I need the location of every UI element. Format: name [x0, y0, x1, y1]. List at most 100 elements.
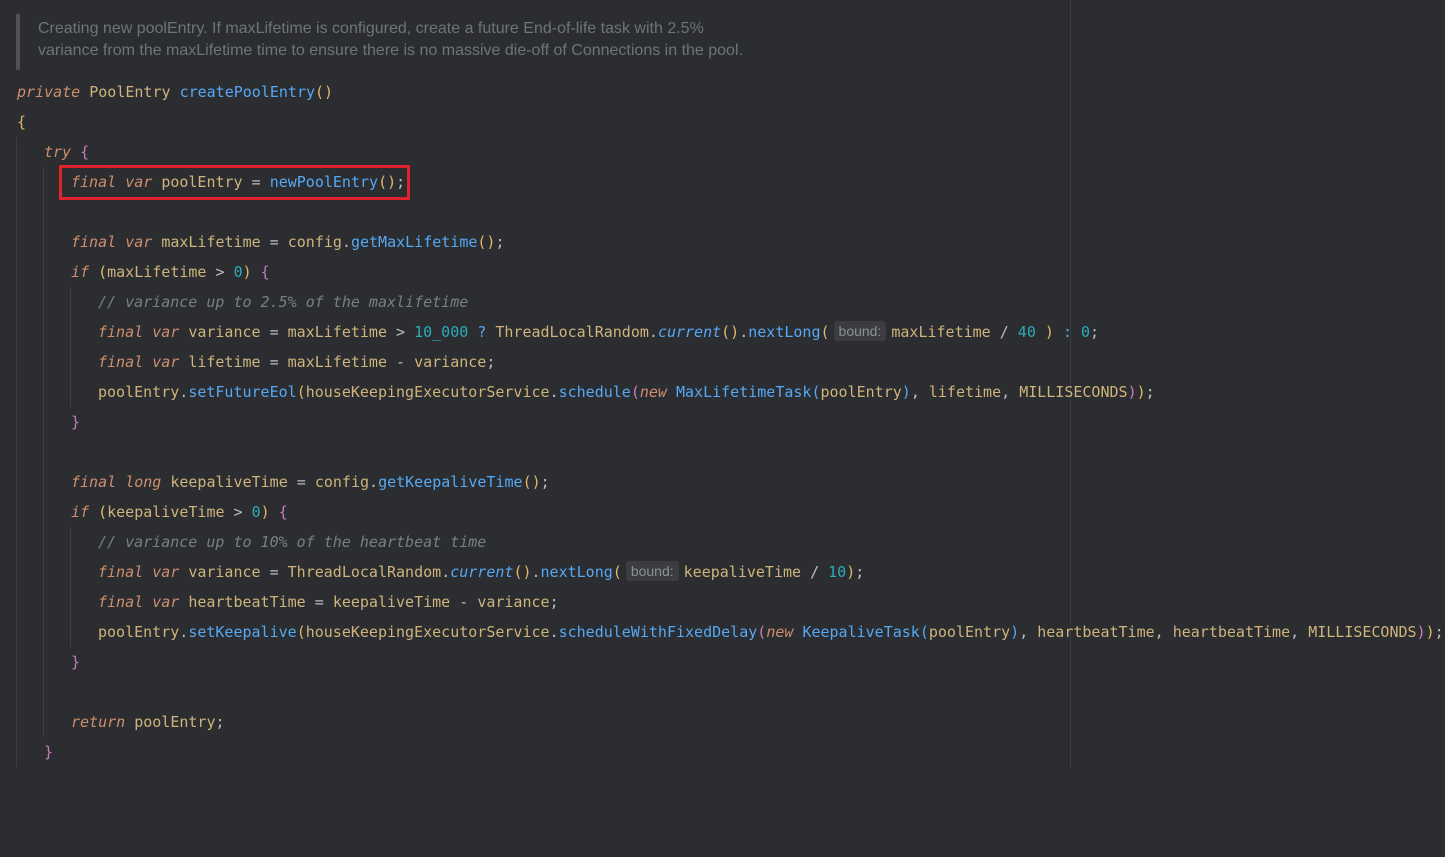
keyword: final	[71, 233, 117, 251]
keyword: new	[766, 623, 794, 641]
code-line: return poolEntry;	[0, 707, 1445, 737]
keyword: final	[98, 353, 144, 371]
code-line: if (keepaliveTime > 0) {	[0, 497, 1445, 527]
code-line: final var heartbeatTime = keepaliveTime …	[0, 587, 1445, 617]
code-line: // variance up to 2.5% of the maxlifetim…	[0, 287, 1445, 317]
highlight-box	[59, 165, 410, 200]
method-name: createPoolEntry	[179, 83, 316, 101]
method-call: schedule	[558, 383, 631, 401]
keyword: new	[639, 383, 667, 401]
keyword: var	[125, 233, 153, 251]
variable: keepaliveTime	[170, 473, 288, 491]
keyword: if	[71, 263, 90, 281]
method-call: nextLong	[540, 563, 613, 581]
variable: maxLifetime	[287, 353, 387, 371]
keyword: try	[44, 143, 72, 161]
variable: keepaliveTime	[107, 503, 225, 521]
variable: poolEntry	[134, 713, 216, 731]
variable: keepaliveTime	[683, 563, 802, 581]
code-line: final long keepaliveTime = config.getKee…	[0, 467, 1445, 497]
method-call: getKeepaliveTime	[378, 473, 523, 491]
variable: heartbeatTime	[188, 593, 306, 611]
method-call: setFutureEol	[188, 383, 297, 401]
constant: MILLISECONDS	[1308, 623, 1417, 641]
keyword: final	[98, 323, 144, 341]
keyword: final	[98, 593, 144, 611]
code-line: private PoolEntry createPoolEntry()	[17, 83, 334, 101]
type-name: KeepaliveTask	[802, 623, 920, 641]
code-line: if (maxLifetime > 0) {	[0, 257, 1445, 287]
variable: maxLifetime	[891, 323, 991, 341]
number: 0	[233, 263, 243, 281]
variable: poolEntry	[928, 623, 1011, 641]
code-line: }	[0, 737, 1445, 767]
keyword: return	[71, 713, 126, 731]
variable: lifetime	[188, 353, 261, 371]
code-line: try {	[0, 137, 1445, 167]
code-line: }	[0, 407, 1445, 437]
code-line: final var variance = maxLifetime > 10_00…	[0, 317, 1445, 347]
method-call: nextLong	[748, 323, 821, 341]
keyword: final	[71, 473, 117, 491]
field: config	[287, 233, 342, 251]
number: 40	[1017, 323, 1036, 341]
type-name: ThreadLocalRandom	[495, 323, 649, 341]
code-line: final var lifetime = maxLifetime - varia…	[0, 347, 1445, 377]
number: 0	[251, 503, 261, 521]
variable: maxLifetime	[161, 233, 261, 251]
keyword: var	[152, 563, 180, 581]
code-line: final var maxLifetime = config.getMaxLif…	[0, 227, 1445, 257]
variable: keepaliveTime	[332, 593, 451, 611]
code-line: {	[17, 113, 27, 131]
variable: heartbeatTime	[1037, 623, 1155, 641]
field: config	[314, 473, 370, 491]
number: 10	[828, 563, 847, 581]
method-call: setKeepalive	[188, 623, 297, 641]
keyword: if	[71, 503, 90, 521]
keyword: var	[152, 593, 180, 611]
keyword: final	[98, 563, 144, 581]
number: 10_000	[414, 323, 469, 341]
keyword: var	[152, 323, 180, 341]
variable: poolEntry	[820, 383, 902, 401]
doc-comment: Creating new poolEntry. If maxLifetime i…	[16, 14, 920, 70]
keyword: private	[17, 83, 81, 101]
variable: lifetime	[928, 383, 1002, 401]
parameter-hint: bound:	[625, 561, 679, 581]
method-call: current	[657, 323, 722, 341]
variable: heartbeatTime	[1172, 623, 1291, 641]
variable: maxLifetime	[287, 323, 387, 341]
type-name: ThreadLocalRandom	[287, 563, 442, 581]
code-comment: // variance up to 10% of the heartbeat t…	[98, 533, 487, 551]
keyword: long	[125, 473, 162, 491]
code-line: }	[0, 647, 1445, 677]
variable: variance	[188, 323, 261, 341]
parameter-hint: bound:	[833, 321, 887, 341]
code-line: poolEntry.setKeepalive(houseKeepingExecu…	[0, 617, 1445, 647]
type-name: MaxLifetimeTask	[676, 383, 812, 401]
doc-comment-line-1: Creating new poolEntry. If maxLifetime i…	[38, 20, 704, 37]
method-call: getMaxLifetime	[350, 233, 478, 251]
field: houseKeepingExecutorService	[305, 623, 550, 641]
keyword: var	[152, 353, 180, 371]
method-call: current	[450, 563, 514, 581]
number: 0	[1081, 323, 1091, 341]
variable: variance	[477, 593, 550, 611]
code-line: final var variance = ThreadLocalRandom.c…	[0, 557, 1445, 587]
variable: variance	[188, 563, 261, 581]
type-name: PoolEntry	[89, 83, 171, 101]
variable: poolEntry	[98, 383, 180, 401]
variable: poolEntry	[98, 623, 180, 641]
method-call: scheduleWithFixedDelay	[558, 623, 758, 641]
field: houseKeepingExecutorService	[305, 383, 550, 401]
code-line: // variance up to 10% of the heartbeat t…	[0, 527, 1445, 557]
code-line	[0, 437, 1445, 467]
code-comment: // variance up to 2.5% of the maxlifetim…	[98, 293, 469, 311]
code-line: poolEntry.setFutureEol(houseKeepingExecu…	[0, 377, 1445, 407]
variable: variance	[414, 353, 487, 371]
code-line	[0, 677, 1445, 707]
variable: maxLifetime	[107, 263, 207, 281]
constant: MILLISECONDS	[1019, 383, 1128, 401]
doc-comment-line-2: variance from the maxLifetime time to en…	[38, 42, 743, 59]
code-line	[0, 197, 1445, 227]
